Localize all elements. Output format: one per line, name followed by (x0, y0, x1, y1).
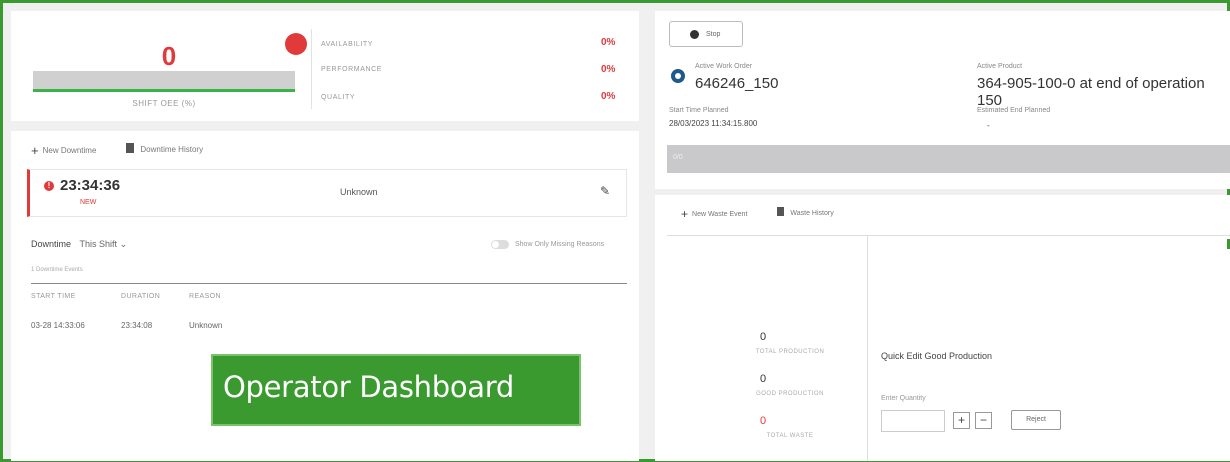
downtime-history-label: Downtime History (140, 145, 204, 154)
missing-reasons-toggle-label: Show Only Missing Reasons (515, 241, 605, 248)
column-header-start-time[interactable]: START TIME (31, 293, 76, 300)
estimated-end-value: - (987, 121, 990, 130)
reject-button[interactable]: Reject (1011, 410, 1061, 430)
work-order-card: Stop Active Work Order 646246_150 Active… (655, 11, 1230, 189)
dashboard-frame: 0 SHIFT OEE (%) AVAILABILITY 0% PERFORMA… (0, 0, 1230, 462)
active-work-order-label: Active Work Order (695, 63, 753, 70)
plus-icon: + (681, 207, 689, 221)
downtime-toolbar: + New Downtime Downtime History (31, 143, 203, 158)
alert-icon: ! (44, 181, 54, 191)
downtime-event-reason: Unknown (340, 187, 378, 197)
column-header-reason[interactable]: REASON (189, 293, 221, 300)
start-time-value: 28/03/2023 11:34:15.800 (669, 119, 758, 128)
waste-vertical-divider (867, 236, 868, 461)
quality-value: 0% (601, 91, 616, 102)
quantity-input[interactable] (881, 410, 945, 432)
downtime-count-label: 1 Downtime Events (31, 267, 83, 273)
good-production-value: 0 (759, 373, 767, 385)
shift-select[interactable]: This Shift ⌄ (80, 239, 128, 249)
table-divider (31, 283, 627, 284)
shift-select-value: This Shift (79, 239, 118, 249)
oee-divider (311, 29, 312, 109)
enter-quantity-label: Enter Quantity (881, 395, 926, 402)
quality-label: QUALITY (321, 94, 356, 101)
downtime-heading-row: Downtime This Shift ⌄ (31, 239, 127, 250)
new-waste-event-button[interactable]: + New Waste Event (681, 207, 747, 221)
shift-oee-bar-line (33, 89, 295, 92)
start-time-label: Start Time Planned (669, 107, 729, 114)
waste-toolbar: + New Waste Event Waste History (681, 207, 834, 221)
waste-history-label: Waste History (790, 210, 834, 217)
performance-value: 0% (601, 64, 616, 75)
availability-label: AVAILABILITY (321, 41, 374, 48)
total-waste-label: TOTAL WASTE (766, 433, 814, 439)
oee-card: 0 SHIFT OEE (%) AVAILABILITY 0% PERFORMA… (11, 11, 639, 121)
waste-card: + New Waste Event Waste History 0 TOTAL P… (655, 195, 1230, 461)
shift-oee-bar (33, 71, 295, 89)
shift-oee-label: SHIFT OEE (%) (132, 99, 196, 108)
active-product-value: 364-905-100-0 at end of operation 150 (977, 75, 1205, 109)
quick-edit-title: Quick Edit Good Production (881, 351, 993, 361)
waste-divider (667, 235, 1230, 236)
row-start-time: 03-28 14:33:06 (31, 321, 85, 330)
column-header-duration[interactable]: DURATION (121, 293, 160, 300)
new-downtime-label: New Downtime (42, 146, 97, 155)
availability-value: 0% (601, 37, 616, 48)
downtime-history-button[interactable]: Downtime History (126, 143, 203, 158)
edit-pencil-icon[interactable]: ✎ (600, 184, 610, 198)
estimated-end-label: Estimated End Planned (977, 107, 1051, 114)
row-reason: Unknown (189, 321, 223, 330)
progress-label: 0/0 (673, 154, 683, 161)
document-icon (126, 143, 135, 153)
total-waste-value: 0 (759, 415, 767, 427)
active-work-order-value: 646246_150 (695, 75, 779, 92)
operator-dashboard-caption: Operator Dashboard (211, 354, 581, 426)
new-downtime-button[interactable]: + New Downtime (31, 143, 96, 158)
stop-button[interactable]: Stop (669, 21, 743, 47)
stop-label: Stop (706, 31, 721, 38)
downtime-event-status: NEW (80, 199, 97, 206)
work-order-icon (671, 69, 685, 83)
work-order-progress-bar: 0/0 (667, 145, 1230, 173)
total-production-value: 0 (759, 331, 767, 343)
document-icon (777, 207, 785, 216)
oee-value: 0 (161, 41, 177, 71)
downtime-heading: Downtime (31, 239, 72, 249)
status-indicator-icon (285, 33, 307, 55)
caption-text: Operator Dashboard (223, 370, 514, 404)
decrement-button[interactable]: − (975, 412, 992, 429)
stop-icon (690, 30, 699, 39)
plus-icon: + (31, 143, 39, 158)
increment-button[interactable]: + (953, 412, 970, 429)
good-production-label: GOOD PRODUCTION (756, 391, 824, 397)
chevron-down-icon: ⌄ (119, 239, 128, 249)
active-product-label: Active Product (977, 63, 1023, 70)
waste-history-button[interactable]: Waste History (777, 207, 834, 221)
downtime-elapsed-time: 23:34:36 (60, 177, 121, 194)
missing-reasons-toggle[interactable] (491, 240, 509, 249)
performance-label: PERFORMANCE (321, 66, 383, 73)
new-waste-event-label: New Waste Event (692, 211, 748, 218)
total-production-label: TOTAL PRODUCTION (755, 349, 825, 355)
row-duration: 23:34:08 (121, 321, 153, 330)
downtime-event-card[interactable]: ! 23:34:36 NEW Unknown ✎ (27, 169, 627, 217)
